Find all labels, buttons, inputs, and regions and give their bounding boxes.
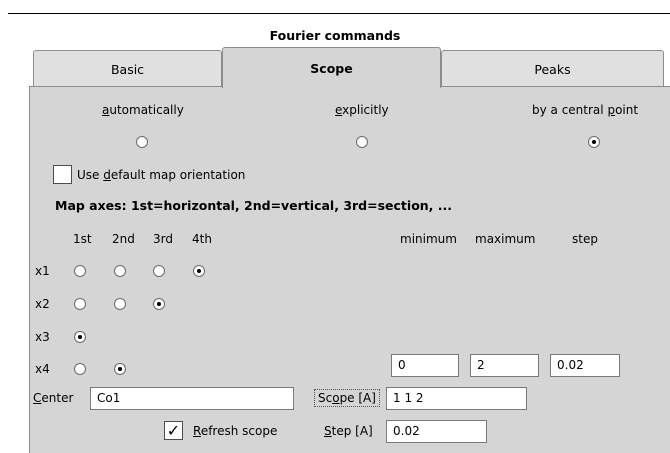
axis-label-x3: x3 — [35, 330, 50, 344]
mode-automatic-label: automatically — [102, 103, 184, 117]
refresh-scope-label: Refresh scope — [193, 424, 278, 438]
mode-central-point-radio[interactable] — [588, 136, 600, 148]
axis-label-x2: x2 — [35, 297, 50, 311]
step-label: Step [A] — [324, 424, 373, 438]
x4-minimum-field[interactable]: 0 — [391, 354, 459, 377]
header-maximum: maximum — [475, 232, 536, 246]
scope-button[interactable]: Scope [A] — [314, 389, 380, 407]
header-step: step — [572, 232, 598, 246]
header-3rd: 3rd — [153, 232, 173, 246]
x4-maximum-field[interactable]: 2 — [470, 354, 539, 377]
tab-scope[interactable]: Scope — [222, 47, 441, 88]
mode-central-point-label: by a central point — [532, 103, 639, 117]
default-orientation-label: Use default map orientation — [77, 168, 246, 182]
x3-1st-radio[interactable] — [74, 331, 86, 343]
header-4th: 4th — [192, 232, 212, 246]
x4-step-field[interactable]: 0.02 — [550, 354, 620, 377]
header-minimum: minimum — [400, 232, 457, 246]
x2-3rd-radio[interactable] — [153, 298, 165, 310]
x1-4th-radio[interactable] — [193, 265, 205, 277]
x2-2nd-radio[interactable] — [114, 298, 126, 310]
header-2nd: 2nd — [112, 232, 135, 246]
center-field[interactable]: Co1 — [90, 387, 294, 410]
step-field[interactable]: 0.02 — [386, 420, 487, 443]
axis-label-x4: x4 — [35, 362, 50, 376]
center-label: Center — [33, 391, 74, 405]
window-title: Fourier commands — [269, 28, 401, 43]
mode-automatic-radio[interactable] — [136, 136, 148, 148]
x1-1st-radio[interactable] — [74, 265, 86, 277]
x1-2nd-radio[interactable] — [114, 265, 126, 277]
mode-explicit-label: explicitly — [335, 103, 389, 117]
refresh-scope-checkbox[interactable]: ✓ — [164, 421, 183, 440]
x4-1st-radio[interactable] — [74, 363, 86, 375]
default-orientation-checkbox[interactable] — [53, 165, 72, 184]
x1-3rd-radio[interactable] — [153, 265, 165, 277]
x4-2nd-radio[interactable] — [114, 363, 126, 375]
scope-field[interactable]: 1 1 2 — [386, 387, 527, 410]
tab-peaks[interactable]: Peaks — [441, 50, 664, 87]
header-1st: 1st — [73, 232, 92, 246]
tab-basic[interactable]: Basic — [33, 50, 222, 87]
x2-1st-radio[interactable] — [74, 298, 86, 310]
map-axes-caption: Map axes: 1st=horizontal, 2nd=vertical, … — [55, 198, 453, 213]
axis-label-x1: x1 — [35, 264, 50, 278]
title-separator — [8, 13, 670, 14]
mode-explicit-radio[interactable] — [356, 136, 368, 148]
